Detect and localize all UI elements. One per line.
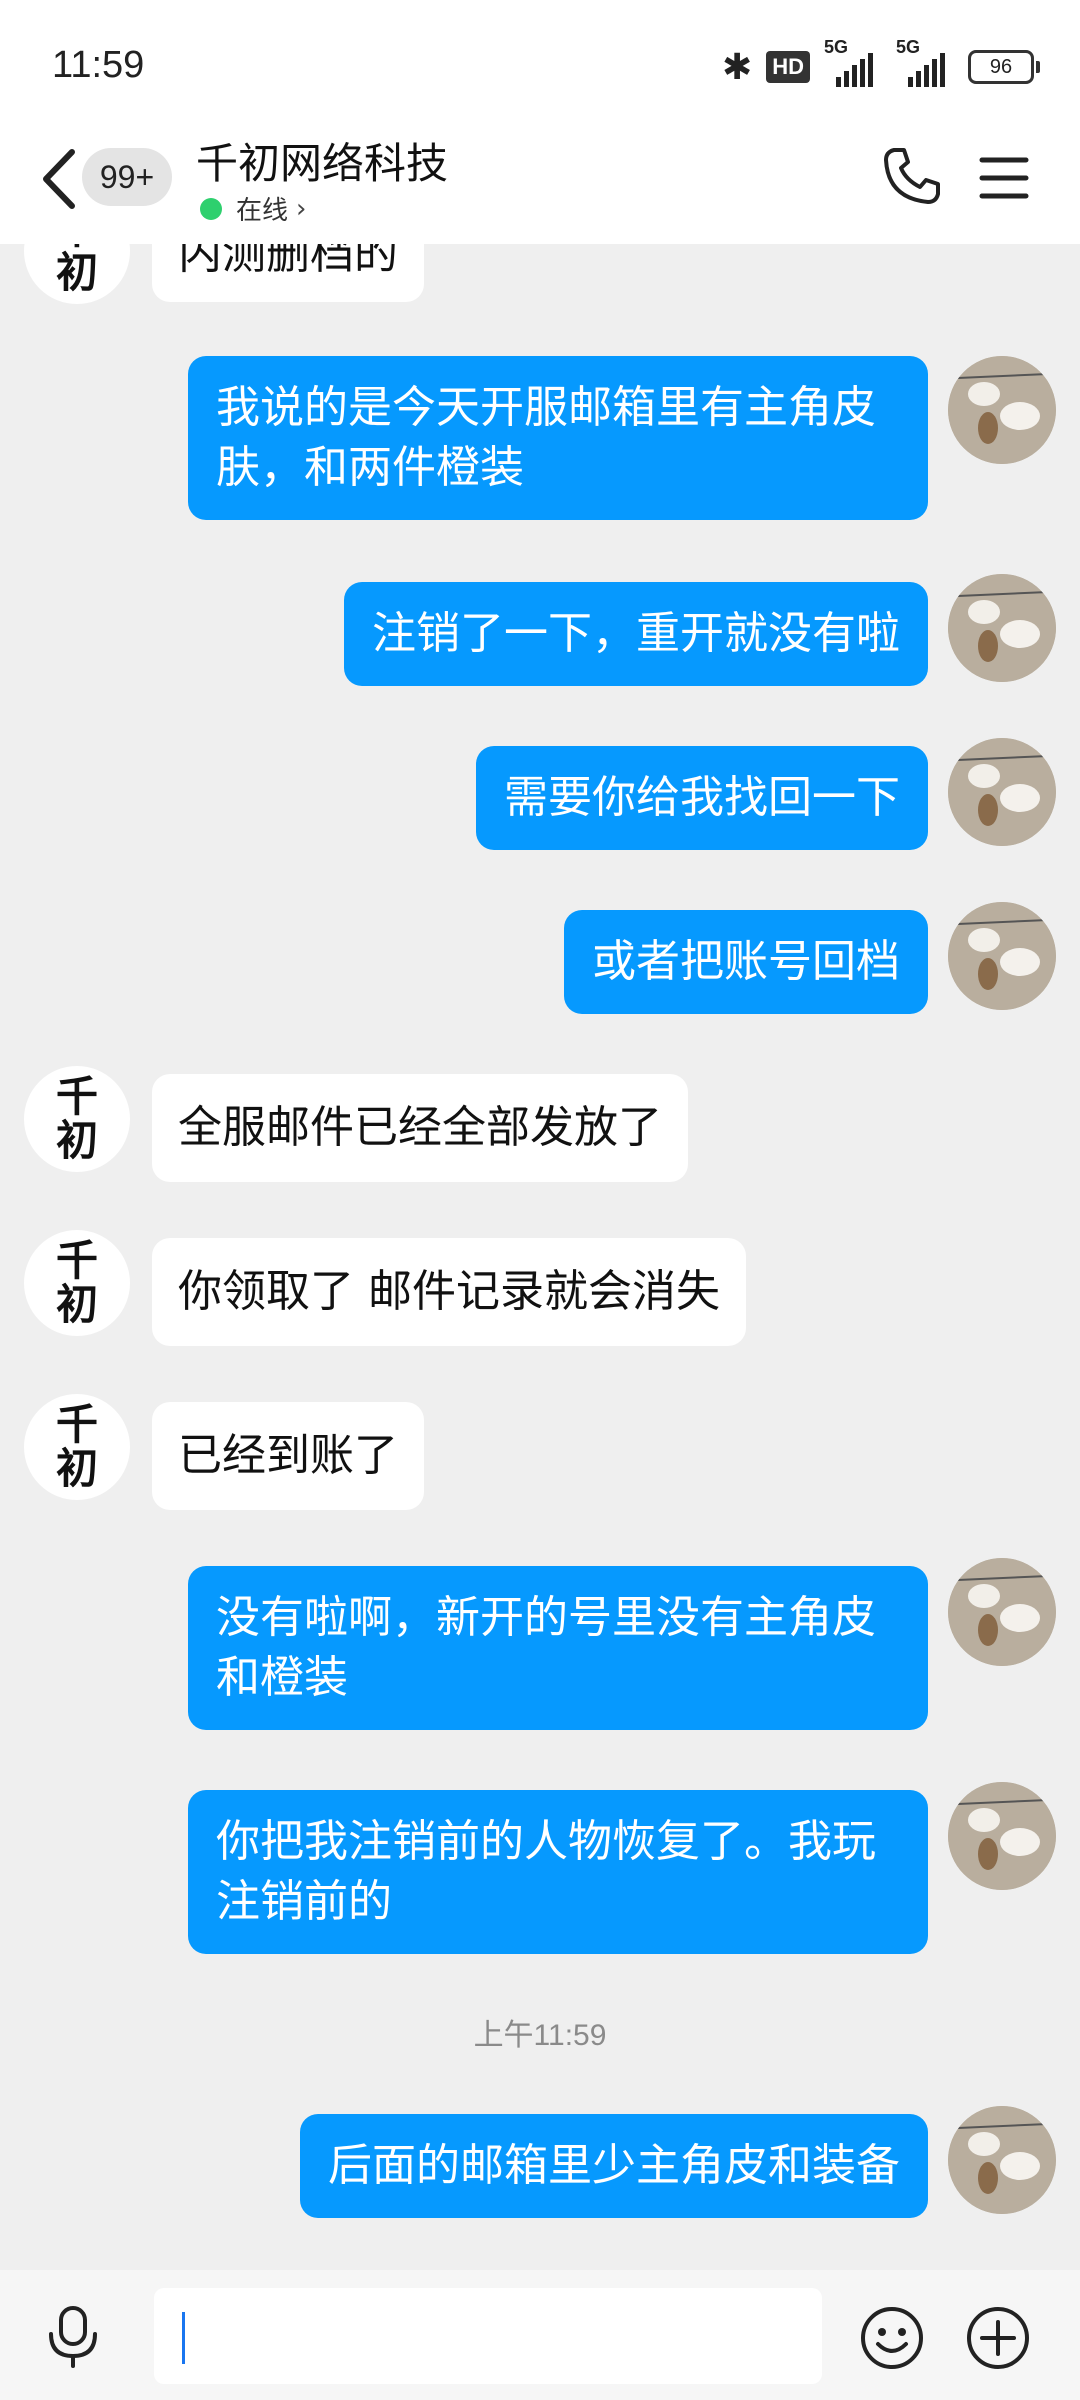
message-bubble-sent[interactable]: 后面的邮箱里少主角皮和装备 <box>300 2114 928 2218</box>
message-bubble-sent[interactable]: 需要你给我找回一下 <box>476 746 928 850</box>
message-bubble-received[interactable]: 内测删档的 <box>152 244 424 302</box>
user-avatar[interactable] <box>948 1558 1056 1666</box>
menu-icon[interactable] <box>976 150 1032 206</box>
user-avatar[interactable] <box>948 738 1056 846</box>
contact-avatar[interactable]: 千初 <box>24 1230 130 1336</box>
message-input[interactable] <box>154 2288 822 2384</box>
battery-icon: 96 <box>968 50 1040 84</box>
message-bubble-sent[interactable]: 或者把账号回档 <box>564 910 928 1014</box>
contact-avatar[interactable]: 千初 <box>24 1394 130 1500</box>
user-avatar[interactable] <box>948 2106 1056 2214</box>
message-bubble-sent[interactable]: 没有啦啊，新开的号里没有主角皮 和橙装 <box>188 1566 928 1730</box>
message-bubble-received[interactable]: 全服邮件已经全部发放了 <box>152 1074 688 1182</box>
signal-2-icon: 5G <box>896 37 954 87</box>
message-bubble-sent[interactable]: 我说的是今天开服邮箱里有主角皮 肤，和两件橙装 <box>188 356 928 520</box>
back-icon[interactable] <box>30 144 90 214</box>
online-status[interactable]: 在线 › <box>200 190 306 227</box>
unread-count-badge[interactable]: 99+ <box>82 148 172 206</box>
status-time: 11:59 <box>52 44 145 86</box>
chat-header: 99+ 千初网络科技 在线 › <box>0 120 1080 244</box>
message-bubble-received[interactable]: 你领取了 邮件记录就会消失 <box>152 1238 746 1346</box>
status-bar: 11:59 ✱ HD 5G 5G 96 <box>0 0 1080 120</box>
status-icons: ✱ HD 5G 5G 96 <box>722 37 1040 92</box>
contact-avatar[interactable]: 千初 <box>24 1066 130 1172</box>
message-timestamp: 上午11:59 <box>473 2019 607 2052</box>
online-status-label: 在线 <box>236 196 289 226</box>
hd-badge: HD <box>766 51 810 83</box>
phone-icon[interactable] <box>880 144 944 208</box>
contact-avatar[interactable]: 千初 <box>24 244 130 304</box>
chat-title[interactable]: 千初网络科技 <box>196 130 448 191</box>
input-bar <box>0 2270 1080 2400</box>
microphone-icon[interactable] <box>42 2304 104 2370</box>
bluetooth-icon: ✱ <box>722 46 753 88</box>
user-avatar[interactable] <box>948 574 1056 682</box>
text-caret <box>182 2312 185 2364</box>
user-avatar[interactable] <box>948 356 1056 464</box>
online-dot-icon <box>200 197 222 220</box>
message-bubble-sent[interactable]: 你把我注销前的人物恢复了。我玩 注销前的 <box>188 1790 928 1954</box>
message-bubble-received[interactable]: 已经到账了 <box>152 1402 424 1510</box>
user-avatar[interactable] <box>948 1782 1056 1890</box>
user-avatar[interactable] <box>948 902 1056 1010</box>
chevron-right-icon: › <box>296 193 307 224</box>
signal-1-icon: 5G <box>824 37 882 87</box>
emoji-icon[interactable] <box>858 2304 926 2372</box>
message-list[interactable]: 千初 内测删档的 我说的是今天开服邮箱里有主角皮 肤，和两件橙装 注销了一下，重… <box>0 244 1080 2270</box>
message-bubble-sent[interactable]: 注销了一下，重开就没有啦 <box>344 582 928 686</box>
plus-icon[interactable] <box>964 2304 1032 2372</box>
